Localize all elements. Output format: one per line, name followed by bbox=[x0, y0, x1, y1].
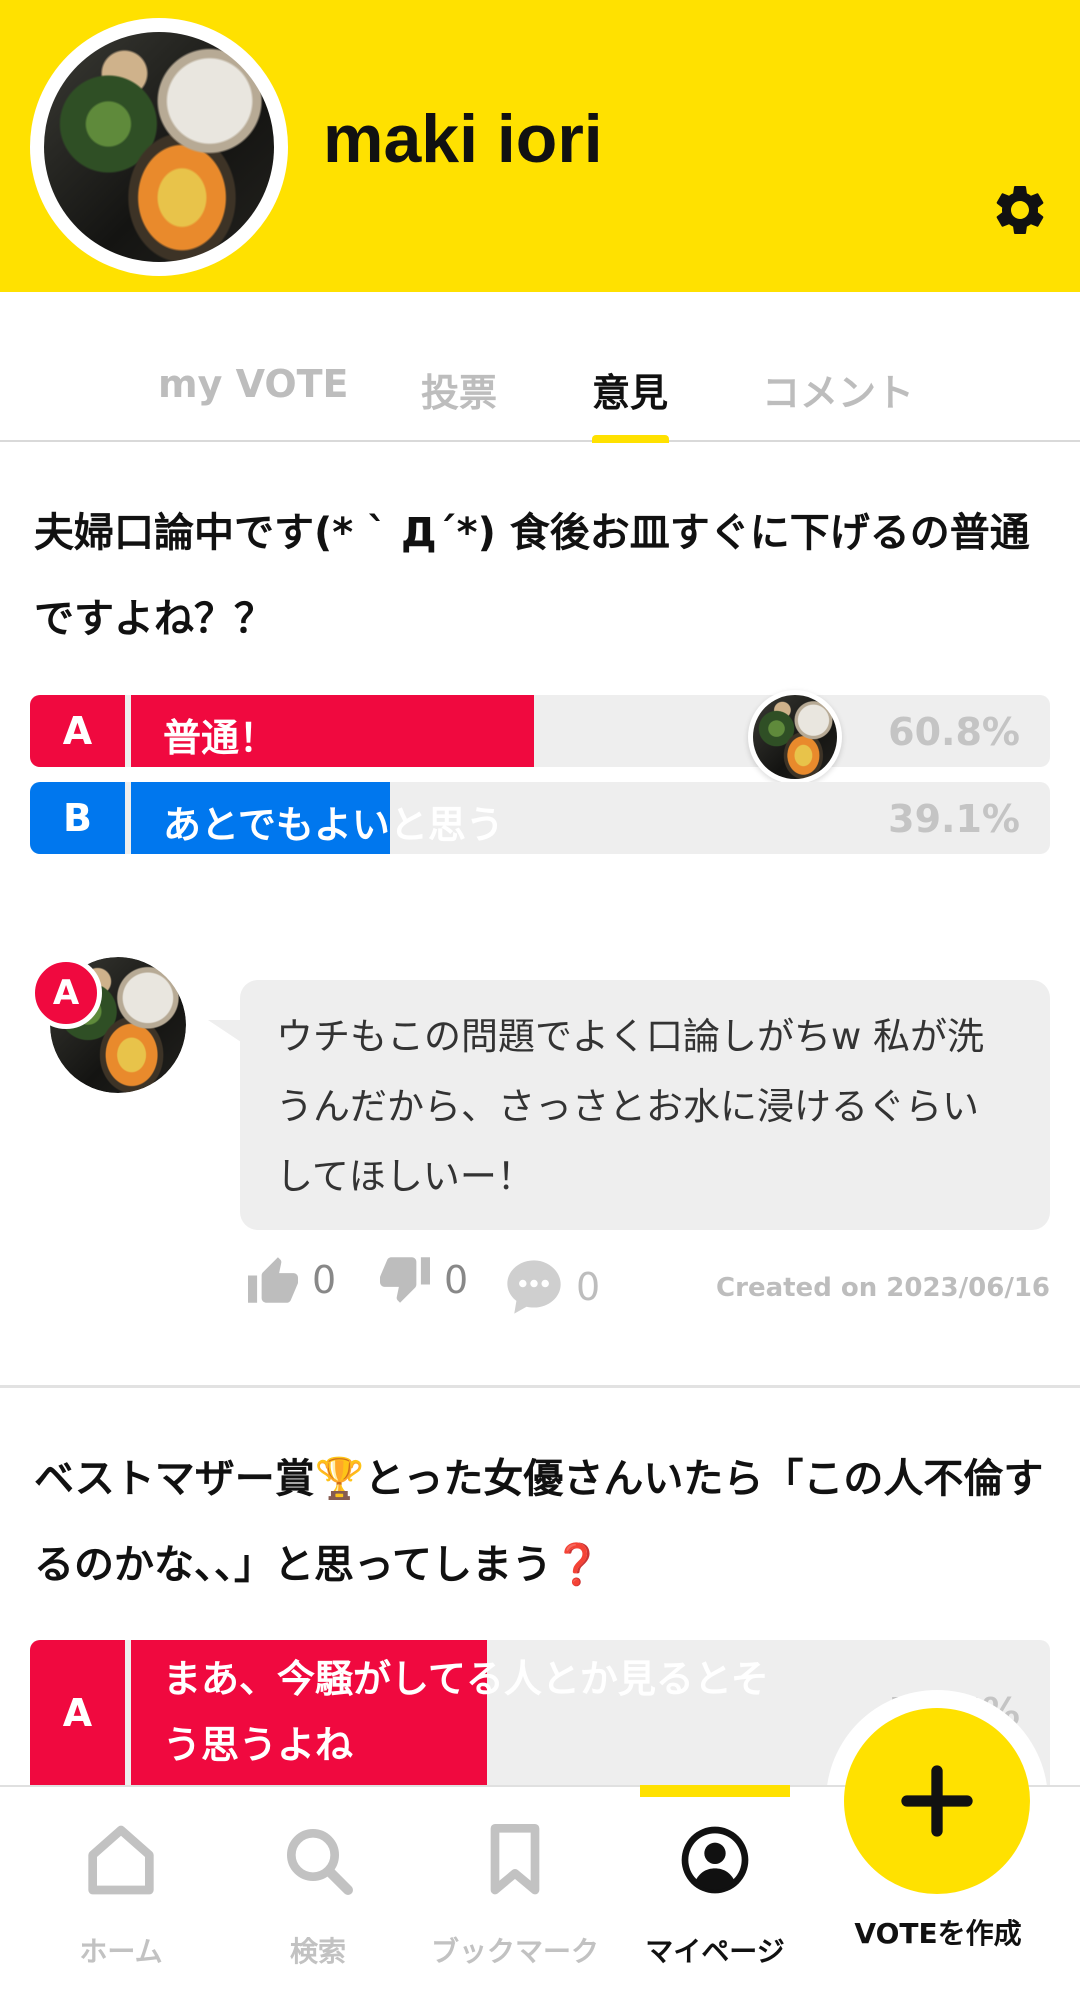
username: maki iori bbox=[323, 101, 603, 177]
voter-avatar bbox=[748, 690, 842, 784]
profile-tabs: my VOTE 投票 意見 コメント bbox=[0, 292, 1080, 443]
like-count: 0 bbox=[312, 1258, 337, 1302]
dislike-button[interactable]: 0 bbox=[376, 1255, 468, 1305]
choice-badge: A bbox=[30, 957, 102, 1029]
nav-bookmark[interactable]: ブックマーク bbox=[430, 1787, 600, 1997]
bubble-tail bbox=[208, 1020, 244, 1044]
nav-label: ホーム bbox=[79, 1935, 163, 1968]
comment-button[interactable]: 0 bbox=[502, 1255, 600, 1319]
nav-label: ブックマーク bbox=[430, 1935, 599, 1968]
opinion-text: ウチもこの問題でよく口論しがちw 私が洗うんだから、さっさとお水に浸けるぐらいし… bbox=[276, 1015, 985, 1198]
profile-header: maki iori bbox=[0, 0, 1080, 292]
my-page-screen: maki iori my VOTE 投票 意見 コメント 夫婦口論中です(* `… bbox=[0, 0, 1080, 1997]
create-vote-button[interactable] bbox=[844, 1708, 1030, 1894]
comment-count: 0 bbox=[576, 1265, 601, 1309]
option-percent: 39.1% bbox=[888, 797, 1020, 841]
option-letter: B bbox=[30, 782, 125, 854]
nav-search[interactable]: 検索 bbox=[233, 1787, 403, 1997]
profile-icon bbox=[681, 1826, 749, 1894]
vote-option-a[interactable]: A 普通！ 60.8% bbox=[30, 695, 1050, 767]
option-label: あとでもよいと思う bbox=[163, 803, 504, 847]
search-icon bbox=[287, 1829, 353, 1895]
opinion-bubble[interactable]: ウチもこの問題でよく口論しがちw 私が洗うんだから、さっさとお水に浸けるぐらいし… bbox=[240, 980, 1050, 1230]
vote-option-b[interactable]: B あとでもよいと思う 39.1% bbox=[30, 782, 1050, 854]
vote-title[interactable]: ベストマザー賞🏆とった女優さんいたら「この人不倫するのかな、、」と思ってしまう❓ bbox=[34, 1436, 1044, 1608]
section-divider bbox=[0, 1385, 1080, 1388]
vote-title[interactable]: 夫婦口論中です(* ` Д´*) 食後お皿すぐに下げるの普通ですよね？？ bbox=[34, 490, 1044, 662]
tab-votes[interactable]: 投票 bbox=[421, 362, 497, 417]
bookmark-icon bbox=[490, 1824, 540, 1895]
nav-active-indicator bbox=[640, 1785, 790, 1797]
active-tab-indicator bbox=[592, 435, 669, 443]
avatar-photo bbox=[753, 695, 837, 779]
nav-label: 検索 bbox=[289, 1935, 346, 1968]
like-button[interactable]: 0 bbox=[244, 1255, 336, 1305]
opinion-reactions: 0 0 0 Created on 2023/06/16 bbox=[240, 1255, 1050, 1325]
option-label: まあ、今騒がしてる人とか見るとそう思うよね bbox=[163, 1657, 769, 1767]
nav-label: マイページ bbox=[645, 1935, 785, 1968]
create-vote-label: VOTEを作成 bbox=[854, 1917, 1022, 1950]
created-date: Created on 2023/06/16 bbox=[716, 1273, 1050, 1303]
dislike-count: 0 bbox=[444, 1258, 469, 1302]
option-letter: A bbox=[30, 1640, 125, 1785]
plus-icon bbox=[901, 1765, 973, 1837]
nav-home[interactable]: ホーム bbox=[36, 1787, 206, 1997]
option-label: 普通！ bbox=[163, 716, 278, 760]
nav-mypage[interactable]: マイページ bbox=[630, 1787, 800, 1997]
tab-opinions[interactable]: 意見 bbox=[592, 362, 668, 417]
option-percent: 60.8% bbox=[888, 710, 1020, 754]
avatar-photo bbox=[44, 32, 274, 262]
comment-bubble-icon bbox=[507, 1260, 561, 1314]
thumbs-up-icon bbox=[248, 1257, 298, 1303]
tab-my-vote[interactable]: my VOTE bbox=[158, 362, 349, 406]
gear-icon[interactable] bbox=[990, 180, 1050, 240]
home-icon bbox=[88, 1825, 154, 1895]
profile-avatar[interactable] bbox=[30, 18, 288, 276]
tab-comments[interactable]: コメント bbox=[762, 362, 914, 417]
thumbs-down-icon bbox=[380, 1257, 430, 1303]
option-letter: A bbox=[30, 695, 125, 767]
